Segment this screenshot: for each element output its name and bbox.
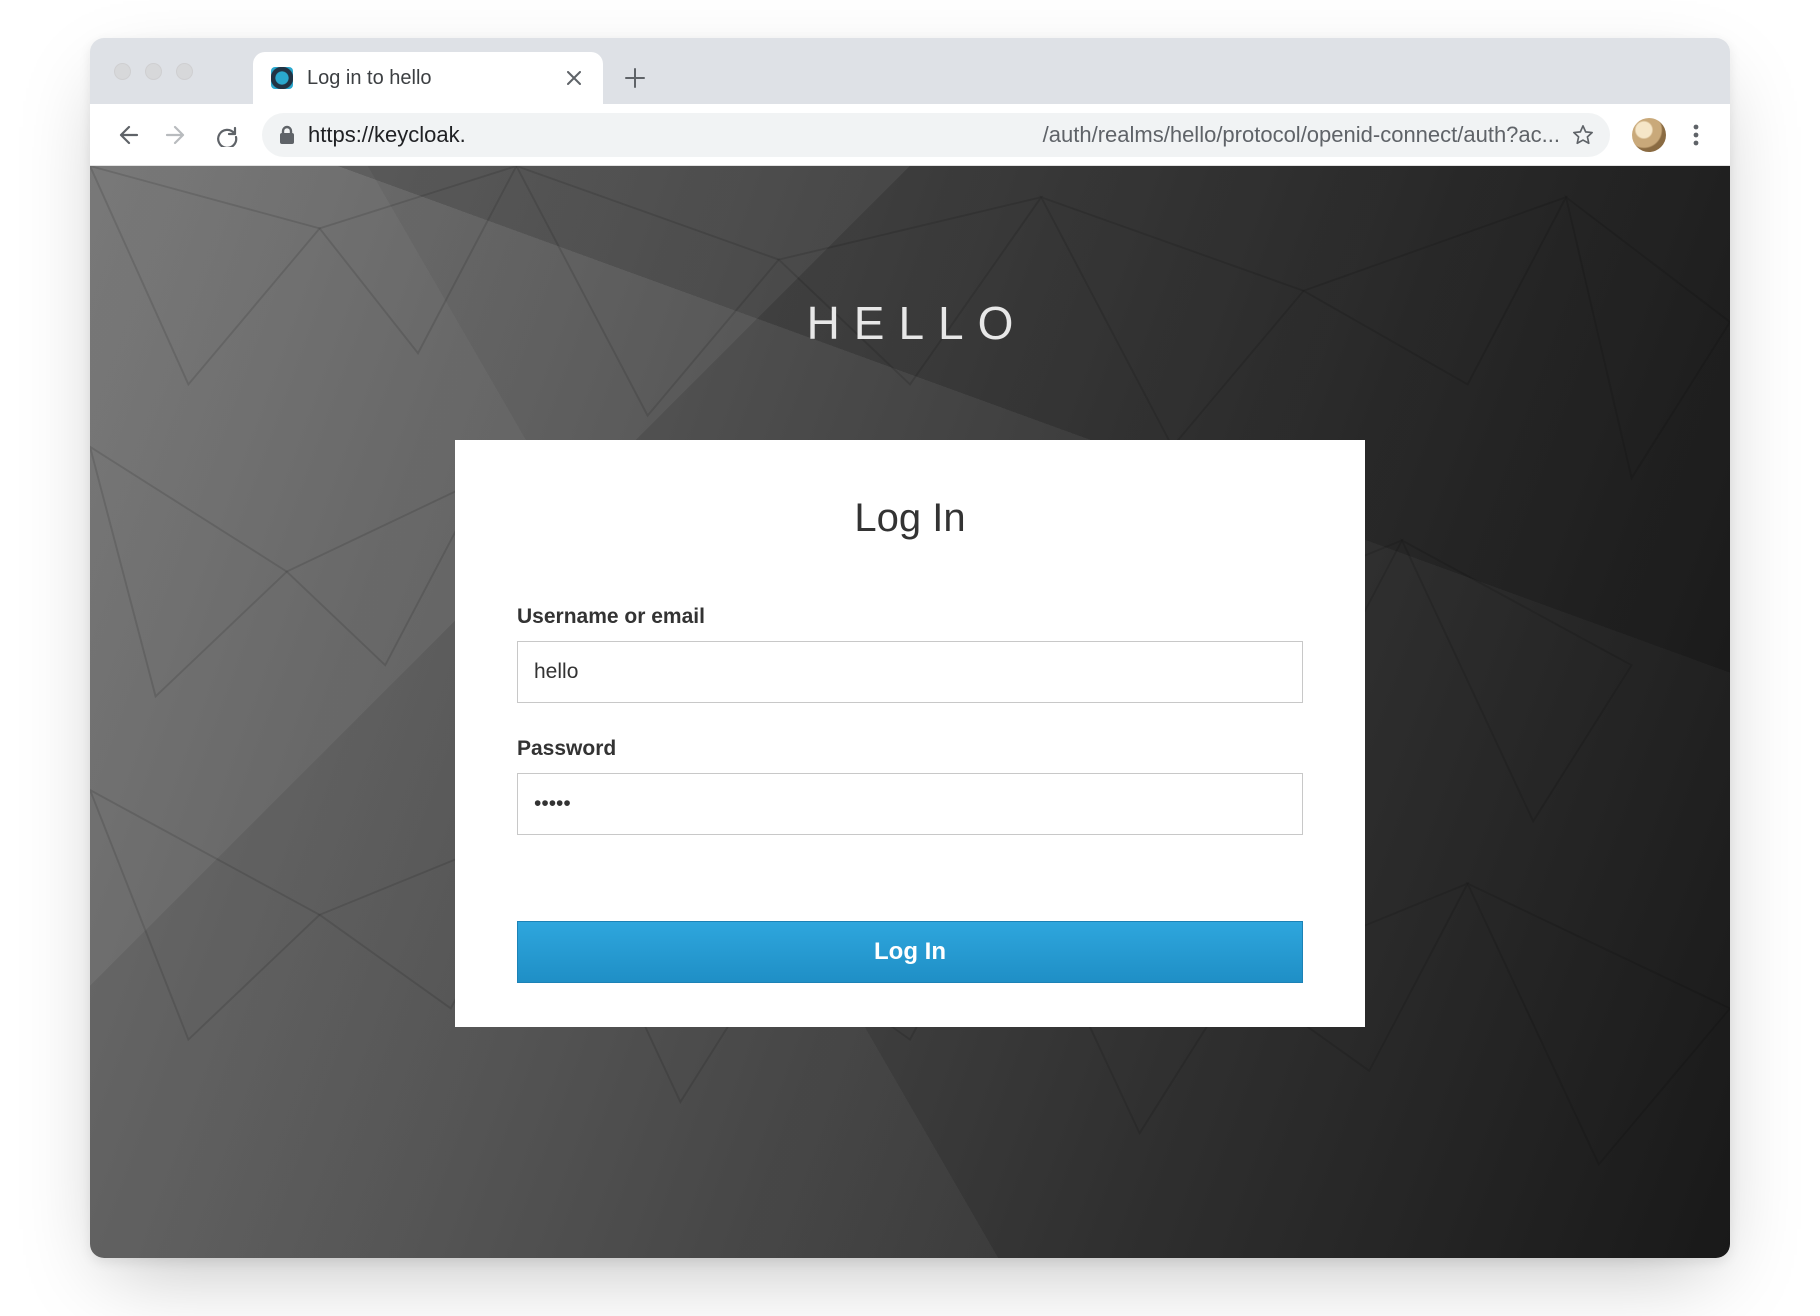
kebab-icon [1693, 124, 1699, 146]
realm-title: HELLO [90, 166, 1730, 350]
password-group: Password [517, 737, 1303, 835]
address-path: /auth/realms/hello/protocol/openid-conne… [1043, 122, 1560, 148]
nav-reload-button[interactable] [204, 112, 250, 158]
login-card: Log In Username or email Password Log In [455, 440, 1365, 1027]
window-controls [104, 38, 207, 104]
plus-icon [625, 68, 645, 88]
window-minimize-dot[interactable] [145, 63, 162, 80]
arrow-left-icon [115, 123, 139, 147]
browser-tab[interactable]: Log in to hello [253, 52, 603, 104]
window-zoom-dot[interactable] [176, 63, 193, 80]
tab-strip: Log in to hello [90, 38, 1730, 104]
reload-icon [215, 123, 239, 147]
browser-menu-button[interactable] [1676, 115, 1716, 155]
login-button[interactable]: Log In [517, 921, 1303, 983]
password-label: Password [517, 737, 1303, 761]
login-header: Log In [517, 496, 1303, 541]
username-label: Username or email [517, 605, 1303, 629]
address-host: https://keycloak. [308, 122, 466, 148]
username-group: Username or email [517, 605, 1303, 703]
tab-favicon [271, 67, 293, 89]
profile-avatar[interactable] [1632, 118, 1666, 152]
tab-title: Log in to hello [307, 67, 547, 90]
star-icon [1572, 124, 1594, 146]
address-text: https://keycloak. /auth/realms/hello/pro… [308, 122, 1560, 148]
lock-icon [278, 125, 296, 145]
nav-back-button[interactable] [104, 112, 150, 158]
page-viewport: HELLO Log In Username or email Password … [90, 166, 1730, 1258]
close-icon [567, 71, 581, 85]
new-tab-button[interactable] [615, 58, 655, 98]
nav-forward-button[interactable] [154, 112, 200, 158]
username-input[interactable] [517, 641, 1303, 703]
browser-toolbar: https://keycloak. /auth/realms/hello/pro… [90, 104, 1730, 166]
arrow-right-icon [165, 123, 189, 147]
window-close-dot[interactable] [114, 63, 131, 80]
bookmark-button[interactable] [1572, 124, 1594, 146]
tab-close-button[interactable] [561, 65, 587, 91]
browser-window: Log in to hello [90, 38, 1730, 1258]
address-bar[interactable]: https://keycloak. /auth/realms/hello/pro… [262, 113, 1610, 157]
password-input[interactable] [517, 773, 1303, 835]
